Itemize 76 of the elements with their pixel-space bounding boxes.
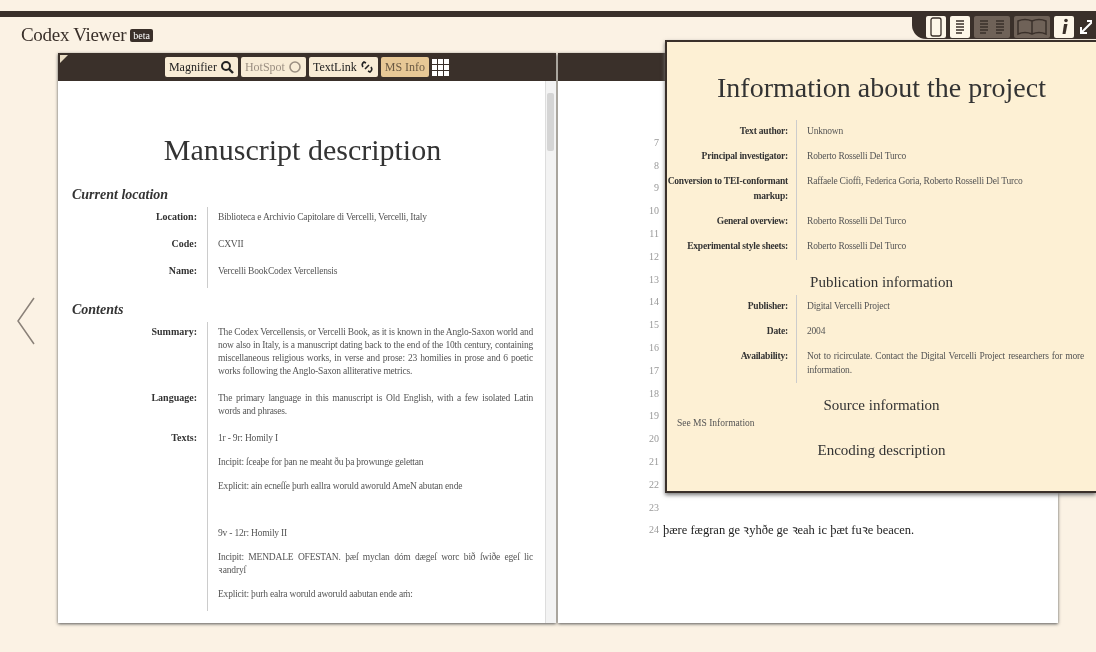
verse-line: þære fægran ge ꝛyhðe ge ꝛeah ic þæt fuꝛe beacen. bbox=[663, 522, 915, 539]
field-value: Unknown bbox=[806, 125, 845, 138]
field-label: Name: bbox=[72, 261, 208, 288]
section-heading: Source information bbox=[822, 397, 941, 414]
line-number: 24 bbox=[648, 524, 659, 536]
line-number: 23 bbox=[648, 501, 659, 513]
line-number: 9 bbox=[653, 182, 659, 194]
field-label: Principal investigator: bbox=[667, 145, 797, 170]
toolbar-button[interactable]: TextLink bbox=[308, 57, 378, 77]
field-value: The primary language in this manuscript is Old English, with a few isolated Latin words and phrases. bbox=[218, 392, 533, 418]
line-number: 16 bbox=[648, 342, 659, 354]
line-number: 19 bbox=[648, 410, 659, 422]
toolbar-button[interactable]: Magnifier bbox=[164, 57, 238, 77]
field-value: Biblioteca e Archivio Capitolare di Vercelli, Vercelli, Italy bbox=[218, 211, 428, 224]
line-number: 22 bbox=[648, 478, 659, 490]
section-heading: Publication information bbox=[809, 274, 954, 291]
line-number: 21 bbox=[648, 456, 659, 468]
field-value: Roberto Rosselli Del Turco bbox=[806, 215, 908, 228]
field-value: Raffaele Cioffi, Federica Goria, Roberto Rosselli Del Turco bbox=[806, 175, 1024, 188]
corner-icon[interactable] bbox=[60, 55, 68, 63]
page-title: Manuscript description bbox=[162, 133, 443, 167]
line-number: 12 bbox=[648, 250, 659, 262]
line-number: 8 bbox=[653, 159, 659, 171]
line-number: 11 bbox=[648, 228, 659, 240]
field-value: 2004 bbox=[806, 325, 827, 338]
grid-icon[interactable] bbox=[432, 58, 450, 76]
field-label: Date: bbox=[667, 320, 797, 345]
text-page-view-button[interactable] bbox=[950, 16, 970, 38]
note-text: See MS Information bbox=[676, 418, 756, 428]
app-title: Codex Viewer bbox=[21, 24, 127, 46]
section-heading: Contents bbox=[72, 302, 125, 318]
popup-title: Information about the project bbox=[716, 72, 1047, 104]
line-number: 18 bbox=[648, 387, 659, 399]
field-value: CXVII bbox=[218, 238, 245, 251]
section-heading: Encoding description bbox=[816, 442, 947, 459]
beta-badge: beta bbox=[130, 28, 153, 42]
field-value: Not to ricirculate. Contact the Digital Vercelli Project researchers for more information. bbox=[806, 350, 1085, 377]
field-label: Text author: bbox=[667, 120, 797, 145]
field-value: The Codex Vercellensis, or Vercelli Book, as it is known in the Anglo-Saxon world and now also in Italy, is a manuscript dating back to the end of the 10th century, containing miscellaneous religious works, in verse and prose: 23 homilies in prose and 6 poetic works following the Anglo-Saxon alliterative metrics. bbox=[218, 326, 533, 378]
field-label: General overview: bbox=[667, 210, 797, 235]
line-number: 7 bbox=[653, 136, 659, 148]
section-heading: Current location bbox=[72, 187, 170, 203]
field-label: Location: bbox=[72, 207, 208, 234]
line-number: 17 bbox=[648, 364, 659, 376]
field-label: Conversion to TEI-conformant markup: bbox=[667, 170, 797, 210]
field-value: Incipit: ſceaþe for þan ne meaht ðu þa þrowunge gelettan bbox=[218, 456, 425, 469]
link-icon bbox=[359, 60, 374, 74]
field-value: Roberto Rosselli Del Turco bbox=[806, 150, 908, 163]
circle-icon bbox=[287, 60, 302, 74]
line-number: 20 bbox=[648, 433, 659, 445]
field-label: Publisher: bbox=[667, 295, 797, 320]
book-icon bbox=[1016, 16, 1048, 38]
field-label: Texts: bbox=[72, 428, 208, 611]
field-value: Explicit: ain ecneſſe þurh eallra woruld aworuld AmeN abutan ende bbox=[218, 480, 464, 493]
field-label: Code: bbox=[72, 234, 208, 261]
search-icon bbox=[219, 60, 234, 74]
field-value: Explicit: þurh ealra woruld aworuld aabutan ende aṁ: bbox=[218, 588, 414, 601]
info-view-button[interactable] bbox=[1054, 16, 1074, 38]
field-value: Roberto Rosselli Del Turco bbox=[806, 240, 908, 253]
field-value: Digital Vercelli Project bbox=[806, 300, 891, 313]
field-label: Experimental style sheets: bbox=[667, 235, 797, 260]
line-number: 10 bbox=[648, 205, 659, 217]
expand-icon bbox=[1078, 18, 1092, 36]
toolbar-button[interactable]: MS Info bbox=[380, 57, 430, 77]
field-label: Availability: bbox=[667, 345, 797, 383]
field-value: 1r - 9r: Homily I bbox=[218, 432, 279, 445]
field-label: Summary: bbox=[72, 322, 208, 388]
field-label: Language: bbox=[72, 388, 208, 428]
field-value: 9v - 12r: Homily II bbox=[218, 527, 289, 540]
scrollbar[interactable] bbox=[545, 81, 556, 623]
page-view-button[interactable] bbox=[926, 16, 946, 38]
field-value: Vercelli BookCodex Vercellensis bbox=[218, 265, 339, 278]
field-value: Incipit: MENDALE OFESTAN. þæſ myclan dóm dægeſ worc bið ſwiðe egeſ lic ꝛandryſ bbox=[218, 551, 533, 577]
line-number: 15 bbox=[648, 319, 659, 331]
line-number: 14 bbox=[648, 296, 659, 308]
line-number: 13 bbox=[648, 273, 659, 285]
